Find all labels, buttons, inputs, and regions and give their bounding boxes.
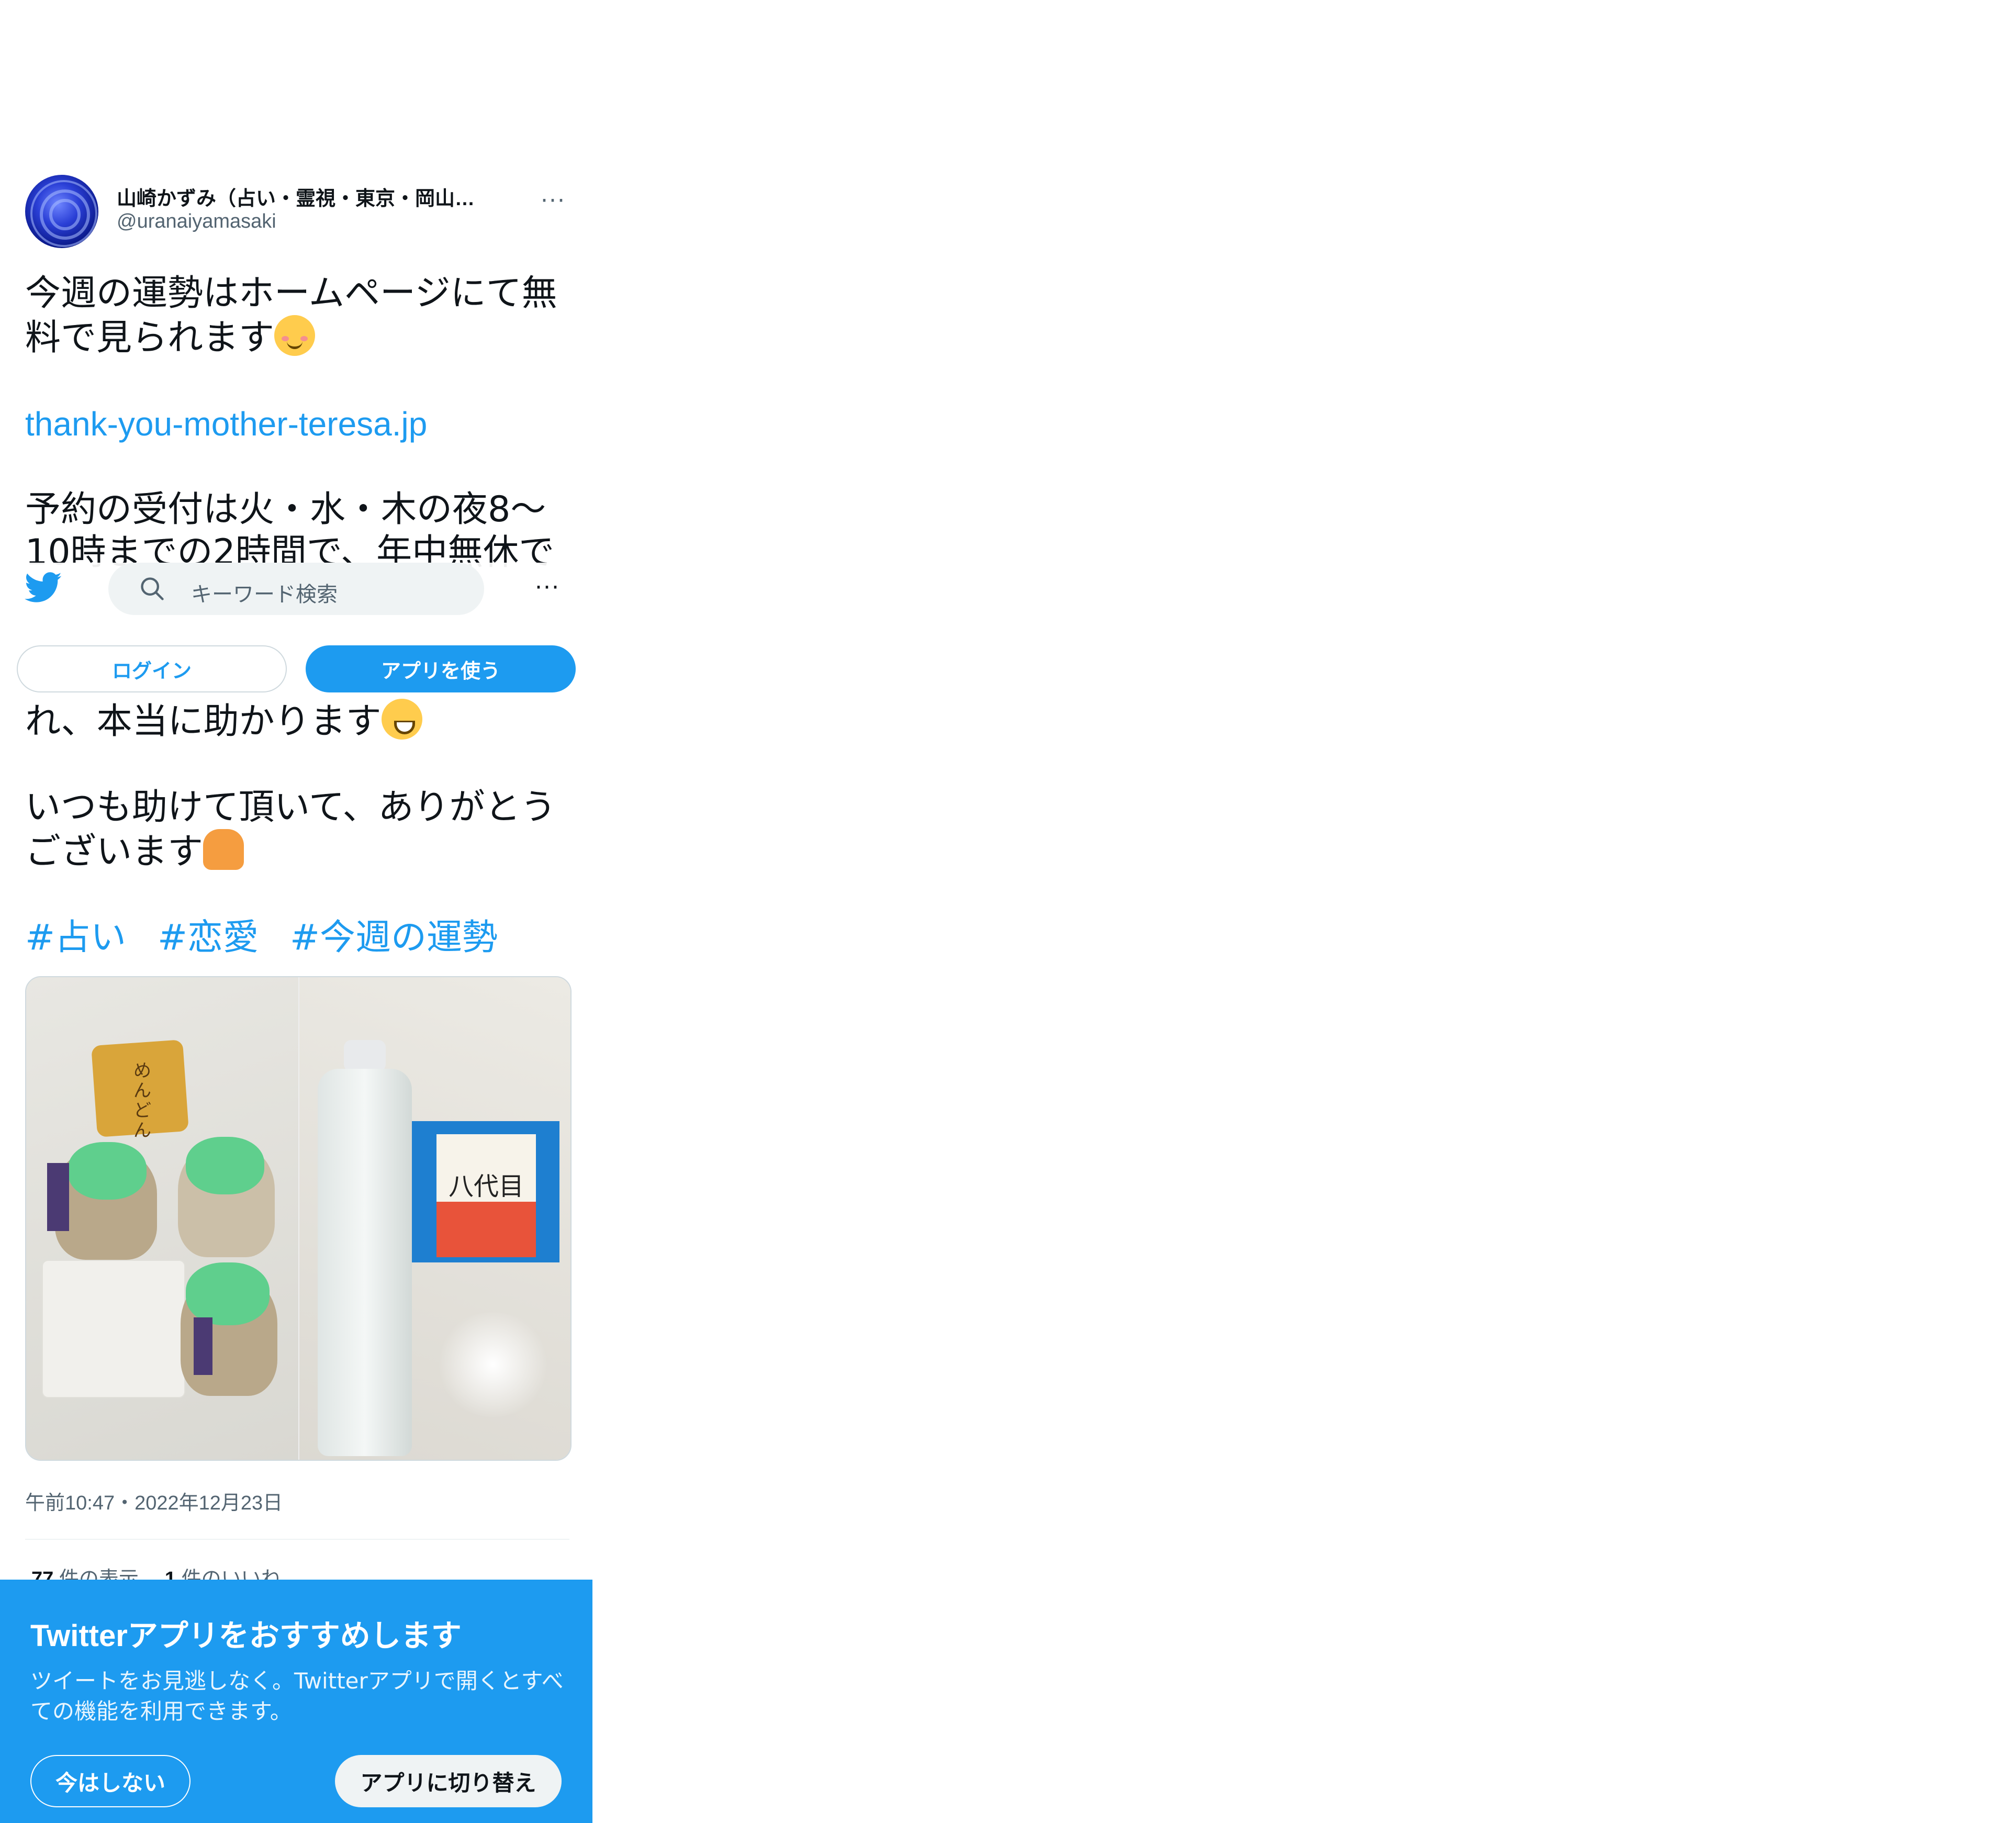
login-button[interactable]: ログイン: [17, 645, 287, 692]
not-now-button[interactable]: 今はしない: [30, 1755, 191, 1807]
app-promo-banner: Twitterアプリをおすすめします ツイートをお見逃しなく。Twitterアプ…: [0, 1580, 592, 1823]
hashtags: #占い #恋愛 #今週の運勢: [25, 916, 575, 959]
search-placeholder: キーワード検索: [191, 583, 338, 607]
tweet-author: 山崎かずみ（占い・霊視・東京・岡山… @uranaiyamasaki ···: [25, 173, 575, 251]
search-input[interactable]: キーワード検索: [108, 563, 484, 615]
tweet-link[interactable]: thank-you-mother-teresa.jp: [25, 405, 427, 443]
package-text: 八代目: [448, 1172, 524, 1201]
divider: [25, 1539, 569, 1540]
switch-to-app-button[interactable]: アプリに切り替え: [335, 1755, 562, 1807]
tweet-text-paragraph: いつも助けて頂いて、ありがとうございます: [25, 787, 556, 873]
tweet-text-paragraph: 予約の受付は火・水・木の夜8〜10時までの2時間で、年中無休で: [25, 489, 555, 573]
smiling-face-emoji-icon: [274, 315, 316, 356]
more-options-icon[interactable]: ···: [535, 574, 560, 601]
hashtag-link[interactable]: #恋愛: [158, 917, 259, 958]
tweet-timestamp[interactable]: 午前10:47・2022年12月23日: [25, 1486, 283, 1515]
search-icon: [141, 577, 164, 600]
page: 山崎かずみ（占い・霊視・東京・岡山… @uranaiyamasaki ··· 今…: [0, 0, 806, 1823]
hashtag-link[interactable]: #今週の運勢: [290, 917, 498, 958]
avatar[interactable]: [25, 175, 98, 248]
tweet-more-icon[interactable]: ···: [541, 187, 566, 214]
promo-description: ツイートをお見逃しなく。Twitterアプリで開くとすべての機能を利用できます。: [30, 1668, 564, 1724]
hashtag-link[interactable]: #占い: [25, 917, 126, 958]
photo-water-and-tea[interactable]: 八代目: [299, 977, 570, 1460]
tweet-text-paragraph: れ、本当に助かります: [25, 701, 382, 742]
photo-sweets[interactable]: めんどん: [26, 977, 298, 1460]
top-bar: キーワード検索 ···: [0, 563, 595, 641]
twitter-bird-icon[interactable]: [24, 572, 63, 603]
tweet-media[interactable]: めんどん 八代目: [25, 976, 572, 1461]
author-display-name[interactable]: 山崎かずみ（占い・霊視・東京・岡山…: [117, 182, 475, 211]
promo-title: Twitterアプリをおすすめします: [30, 1619, 462, 1653]
grinning-squinting-face-emoji-icon: [381, 699, 422, 740]
use-app-button[interactable]: アプリを使う: [306, 645, 576, 692]
person-bowing-emoji-icon: [203, 829, 244, 870]
author-handle[interactable]: @uranaiyamasaki: [117, 210, 276, 233]
tweet-text-continued: れ、本当に助かります いつも助けて頂いて、ありがとうございます #占い #恋愛 #今…: [25, 699, 575, 959]
package-text: めんどん: [133, 1060, 151, 1141]
